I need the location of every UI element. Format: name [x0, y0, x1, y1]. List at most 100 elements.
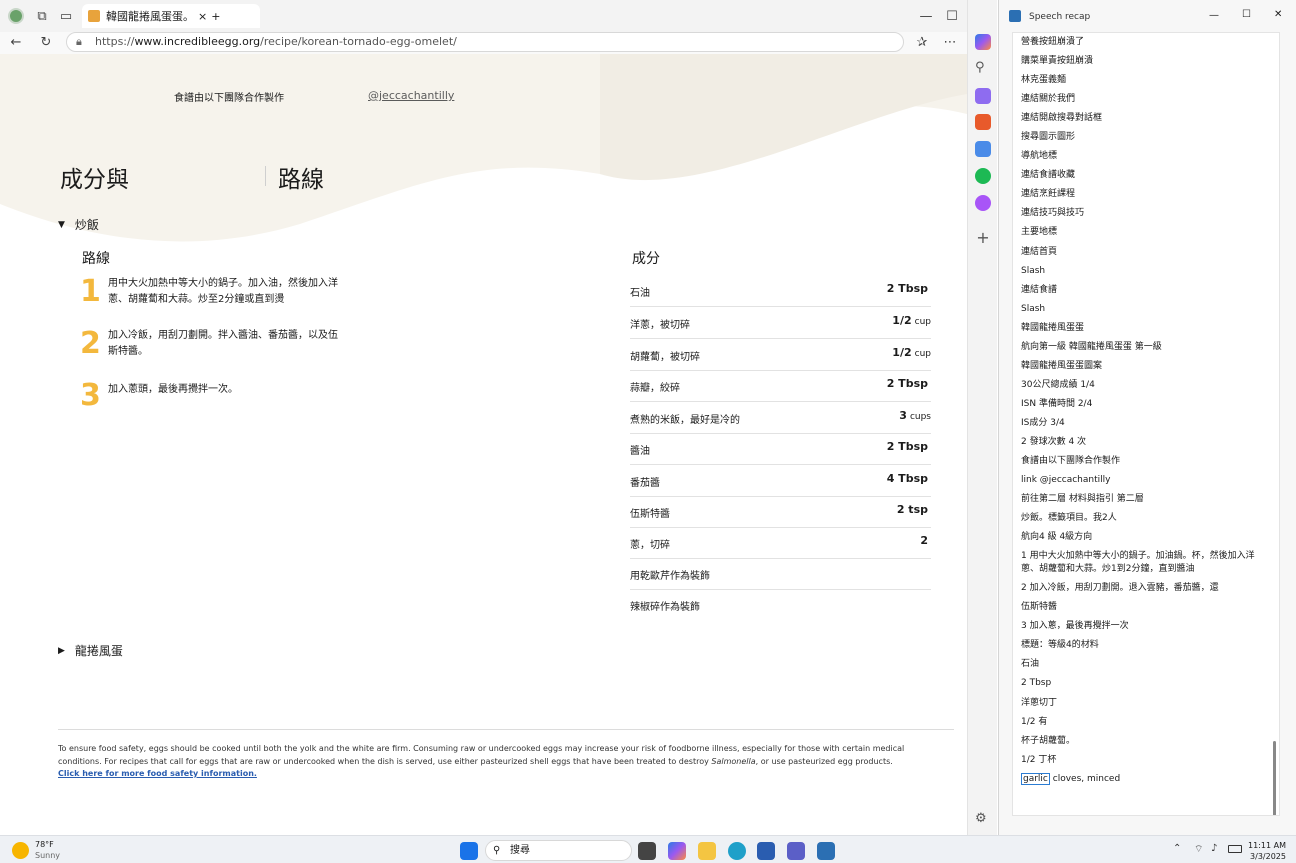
weather-widget[interactable]: 78°F Sunny — [35, 839, 60, 861]
ingredient-qty: 2 — [920, 534, 928, 547]
office-icon[interactable] — [975, 141, 991, 157]
caret-right-icon: ▶ — [58, 645, 65, 656]
workspaces-icon[interactable]: ⧉ — [30, 4, 54, 28]
ingredient-row: 洋蔥，被切碎 1/2 cup — [630, 308, 931, 339]
edge-icon[interactable] — [728, 842, 746, 860]
copilot-icon[interactable] — [668, 842, 686, 860]
scrollbar[interactable] — [1273, 741, 1276, 815]
new-tab-icon[interactable]: + — [211, 10, 220, 23]
list-item: 食譜由以下團隊合作製作 — [1021, 456, 1121, 467]
maximize-icon[interactable]: ☐ — [1242, 9, 1251, 20]
profile-avatar[interactable] — [4, 4, 28, 28]
list-item: link @jeccachantilly — [1021, 475, 1111, 486]
maximize-icon[interactable]: ☐ — [940, 4, 964, 28]
ingredient-name: 醬油 — [630, 446, 650, 457]
list-item: 連結關於我們 — [1021, 94, 1076, 105]
store-icon[interactable] — [757, 842, 775, 860]
step-number: 2 — [80, 326, 101, 361]
step-number: 3 — [80, 378, 101, 413]
add-sidebar-app-icon[interactable]: + — [975, 230, 991, 246]
tools-icon[interactable] — [975, 114, 991, 130]
back-icon[interactable]: ← — [4, 30, 28, 54]
search-icon[interactable]: ⚲ — [975, 60, 991, 76]
list-item: 航向第一級 韓國龍捲風蛋蛋 第一級 — [1021, 341, 1162, 352]
list-item: 1 用中大火加熱中等大小的鍋子。加油鍋。杯，然後加入洋蔥、胡蘿蔔和大蒜。炒1到2… — [1021, 551, 1255, 575]
tab-actions-icon[interactable]: ▭ — [54, 4, 78, 28]
taskbar-search[interactable]: ⚲ 搜尋 — [485, 840, 632, 861]
heading-directions: 路線 — [278, 167, 324, 193]
tab-close-icon[interactable]: × — [198, 10, 207, 23]
start-button-icon[interactable] — [460, 842, 478, 860]
more-options-icon[interactable]: ⋯ — [938, 30, 962, 54]
list-item: Slash — [1021, 265, 1046, 276]
list-item: Slash — [1021, 303, 1046, 314]
step-number: 1 — [80, 274, 101, 309]
list-item: 2 Tbsp — [1021, 678, 1052, 689]
ingredient-qty: 2 Tbsp — [886, 377, 928, 390]
clock[interactable]: 11:11 AM 3/3/2025 — [1248, 840, 1286, 862]
list-item: 韓國龍捲風蛋蛋圖案 — [1021, 360, 1103, 371]
list-item: 導航地標 — [1021, 151, 1058, 162]
messenger-icon[interactable] — [975, 195, 991, 211]
ingredient-name: 用乾歐芹作為裝飾 — [630, 571, 710, 582]
ingredient-qty: 2 Tbsp — [886, 440, 928, 453]
ingredient-row: 伍斯特醬 2 tsp — [630, 497, 931, 528]
battery-icon[interactable] — [1228, 845, 1242, 853]
file-explorer-icon[interactable] — [698, 842, 716, 860]
list-item: 1/2 有 — [1021, 716, 1048, 727]
ingredient-qty: 2 tsp — [896, 503, 928, 516]
ingredient-row: 用乾歐芹作為裝飾 — [630, 559, 931, 590]
directions-title: 路線 — [82, 251, 110, 267]
minimize-icon[interactable]: — — [1209, 10, 1219, 21]
shopping-icon[interactable] — [975, 88, 991, 104]
section-toggle-tornado-egg[interactable]: ▶ 龍捲風蛋 — [58, 642, 123, 659]
copilot-icon[interactable] — [975, 34, 991, 50]
ingredient-name: 洋蔥，被切碎 — [630, 320, 690, 331]
minimize-icon[interactable]: — — [914, 4, 938, 28]
list-item: 2 發球次數 4 次 — [1021, 436, 1087, 447]
list-item: 1/2 丁杯 — [1021, 754, 1057, 765]
list-item: 連結食譜收藏 — [1021, 170, 1076, 181]
ingredient-qty: 4 Tbsp — [886, 472, 928, 485]
teams-icon[interactable] — [787, 842, 805, 860]
edge-sidebar: ⚲ + ⚙ — [967, 0, 997, 835]
list-item: 購菜單責按鈕崩潰 — [1021, 56, 1094, 67]
food-safety-link[interactable]: Click here for more food safety informat… — [58, 769, 257, 778]
close-window-icon[interactable]: ✕ — [1274, 9, 1282, 20]
ingredients-title: 成分 — [632, 251, 660, 267]
list-item: 炒飯。標籤項目。我2人 — [1021, 513, 1117, 524]
wifi-icon[interactable]: ⌔ — [1194, 843, 1203, 856]
volume-icon[interactable]: ♪ — [1211, 843, 1217, 854]
window-title: Speech recap — [1029, 12, 1091, 22]
list-item: 營養按鈕崩潰了 — [1021, 37, 1085, 47]
site-favicon-icon — [88, 10, 100, 22]
lock-icon: 🔒︎ — [76, 35, 82, 48]
credit-link[interactable]: @jeccachantilly — [368, 89, 454, 102]
speech-recap-app-icon[interactable] — [817, 842, 835, 860]
sidebar-settings-icon[interactable]: ⚙ — [975, 811, 991, 827]
ingredient-name: 石油 — [630, 288, 650, 299]
url-host: www.incredibleegg.org — [134, 35, 261, 48]
ingredient-name: 辣椒碎作為裝飾 — [630, 602, 700, 613]
refresh-icon[interactable]: ↻ — [34, 30, 58, 54]
list-item: 航向4 級 4級方向 — [1021, 532, 1093, 543]
ingredient-qty: 3 cups — [899, 409, 931, 422]
speech-recap-window: Speech recap — ☐ ✕ 營養按鈕崩潰了 購菜單責按鈕崩潰 林克蛋義… — [998, 0, 1296, 835]
list-item: 伍斯特醬 — [1021, 602, 1058, 613]
weather-sun-icon[interactable] — [12, 842, 29, 859]
spotify-icon[interactable] — [975, 168, 991, 184]
show-hidden-icons-icon[interactable]: ⌃ — [1173, 843, 1181, 854]
list-item: 連結技巧與技巧 — [1021, 208, 1085, 219]
favorites-icon[interactable]: ✰ — [910, 30, 934, 54]
list-item: 石油 — [1021, 659, 1040, 670]
url-scheme: https:// — [95, 35, 135, 48]
section-title: 炒飯 — [74, 218, 99, 232]
recap-list[interactable]: 營養按鈕崩潰了 購菜單責按鈕崩潰 林克蛋義麵 連結關於我們 連結開啟搜尋對話框 … — [1012, 32, 1280, 816]
task-view-icon[interactable] — [638, 842, 656, 860]
section-toggle-fried-rice[interactable]: ▼ 炒飯 — [58, 216, 99, 233]
active-tab[interactable]: 韓國龍捲風蛋蛋。 × + — [82, 4, 260, 28]
search-icon: ⚲ — [493, 845, 501, 856]
section-title: 龍捲風蛋 — [74, 644, 123, 658]
ingredient-row: 辣椒碎作為裝飾 — [630, 590, 931, 621]
url-field[interactable]: 🔒︎ https://www.incredibleegg.org/recipe/… — [66, 32, 904, 52]
